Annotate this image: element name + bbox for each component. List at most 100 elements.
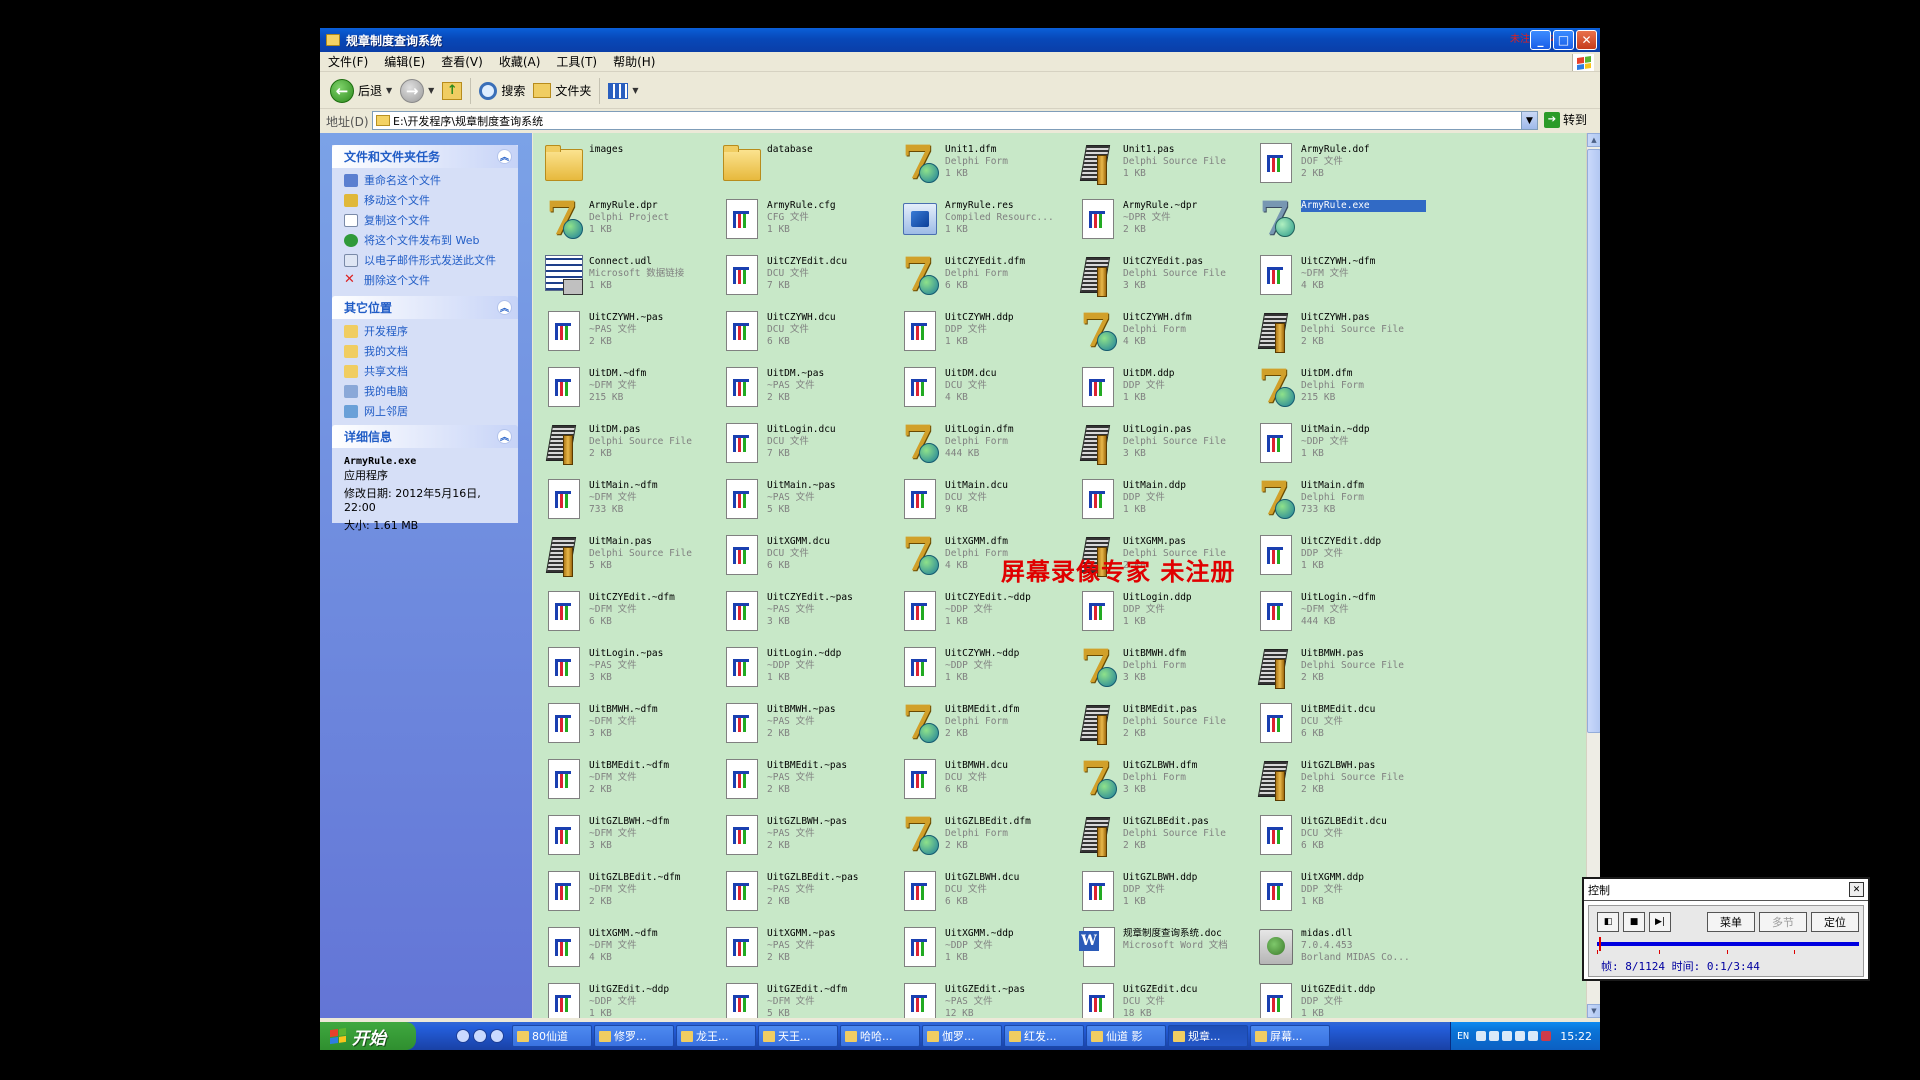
taskbar-button[interactable]: 龙王... [676,1025,756,1047]
file-item[interactable]: UitGZLBEdit.dcu DCU 文件 6 KB [1249,809,1427,859]
taskbar-button[interactable]: 哈哈... [840,1025,920,1047]
recorder-titlebar[interactable]: 控制 ✕ [1584,879,1868,901]
forward-button[interactable]: → ▼ [396,76,438,106]
place-my-computer[interactable]: 我的电脑 [344,385,510,398]
file-item[interactable]: UitMain.~dfm ~DFM 文件 733 KB [537,473,715,523]
file-item[interactable]: UitGZLBEdit.pas Delphi Source File 2 KB [1071,809,1249,859]
menu-file[interactable]: 文件(F) [320,53,376,70]
network-icon[interactable] [1528,1031,1539,1041]
menu-favorites[interactable]: 收藏(A) [491,53,549,70]
taskbar-button[interactable]: 天王... [758,1025,838,1047]
file-item[interactable]: ArmyRule.dprDelphi Project1 KB [537,191,715,245]
task-rename[interactable]: 重命名这个文件 [344,174,510,187]
close-icon[interactable]: ✕ [1849,882,1864,897]
file-item[interactable]: UitCZYEdit.ddp DDP 文件 1 KB [1249,529,1427,579]
file-item[interactable]: UitLogin.dcu DCU 文件 7 KB [715,417,893,467]
file-item[interactable]: UitCZYWH.pas Delphi Source File 2 KB [1249,305,1427,355]
place-my-documents[interactable]: 我的文档 [344,345,510,358]
taskbar-button[interactable]: 红发... [1004,1025,1084,1047]
file-item[interactable]: UitDM.dfmDelphi Form215 KB [1249,359,1427,413]
file-item[interactable]: UitMain.~pas ~PAS 文件 5 KB [715,473,893,523]
volume-icon[interactable] [1515,1031,1526,1041]
file-item[interactable]: UitLogin.~ddp ~DDP 文件 1 KB [715,641,893,691]
multi-section-button[interactable]: 多节 [1759,912,1807,932]
file-item[interactable]: midas.dll 7.0.4.453 Borland MIDAS Co... [1249,921,1427,971]
collapse-icon[interactable]: ︽ [497,149,512,164]
file-item[interactable]: UitGZLBWH.pas Delphi Source File 2 KB [1249,753,1427,803]
stop-button[interactable]: ■ [1623,912,1645,932]
file-item[interactable]: Connect.udl Microsoft 数据链接 1 KB [537,249,715,299]
progress-knob[interactable] [1599,937,1601,951]
taskbar-button[interactable]: 伽罗... [922,1025,1002,1047]
file-item[interactable]: UitLogin.pas Delphi Source File 3 KB [1071,417,1249,467]
file-item[interactable]: UitGZEdit.~dfm ~DFM 文件 5 KB [715,977,893,1018]
taskbar-button[interactable]: 仙道 影 [1086,1025,1166,1047]
file-item[interactable]: 规章制度查询系统.docMicrosoft Word 文档 [1071,921,1249,971]
place-dev-programs[interactable]: 开发程序 [344,325,510,338]
file-tasks-header[interactable]: 文件和文件夹任务 ︽ [332,145,518,168]
file-item[interactable]: Unit1.pas Delphi Source File 1 KB [1071,137,1249,187]
file-item[interactable]: Unit1.dfmDelphi Form1 KB [893,135,1071,189]
file-item[interactable]: images [537,137,715,187]
file-item[interactable]: UitXGMM.dcu DCU 文件 6 KB [715,529,893,579]
maximize-button[interactable]: □ [1553,30,1574,50]
file-item[interactable]: UitLogin.~dfm ~DFM 文件 444 KB [1249,585,1427,635]
file-item[interactable]: UitDM.~pas ~PAS 文件 2 KB [715,361,893,411]
file-item[interactable]: UitCZYEdit.~ddp ~DDP 文件 1 KB [893,585,1071,635]
file-item[interactable]: UitLogin.dfmDelphi Form444 KB [893,415,1071,469]
file-item[interactable]: UitBMEdit.pas Delphi Source File 2 KB [1071,697,1249,747]
locate-button[interactable]: 定位 [1811,912,1859,932]
file-item[interactable]: UitBMEdit.~dfm ~DFM 文件 2 KB [537,753,715,803]
menu-button[interactable]: 菜单 [1707,912,1755,932]
file-item[interactable]: UitMain.dfmDelphi Form733 KB [1249,471,1427,525]
taskbar-button[interactable]: 80仙道 [512,1025,592,1047]
messenger-icon[interactable] [490,1029,504,1043]
up-folder-button[interactable]: ↑ [438,76,466,106]
file-item[interactable]: UitXGMM.ddp DDP 文件 1 KB [1249,865,1427,915]
file-item[interactable]: UitCZYEdit.~dfm ~DFM 文件 6 KB [537,585,715,635]
title-bar[interactable]: 规章制度查询系统 未注册版本 _ □ ✕ [320,28,1600,52]
scroll-thumb[interactable] [1587,149,1600,733]
first-frame-button[interactable]: ◧ [1597,912,1619,932]
file-item[interactable]: UitGZEdit.dcu DCU 文件 18 KB [1071,977,1249,1018]
file-item[interactable]: UitMain.ddp DDP 文件 1 KB [1071,473,1249,523]
file-item[interactable]: UitDM.dcu DCU 文件 4 KB [893,361,1071,411]
file-item[interactable]: UitBMEdit.~pas ~PAS 文件 2 KB [715,753,893,803]
search-button[interactable]: 搜索 [475,76,529,106]
file-item[interactable]: UitLogin.~pas ~PAS 文件 3 KB [537,641,715,691]
back-button[interactable]: ← 后退 ▼ [326,76,396,106]
recorder-tray-icon[interactable] [1541,1031,1552,1041]
file-item[interactable]: UitGZLBEdit.~dfm ~DFM 文件 2 KB [537,865,715,915]
views-button[interactable]: ▼ [604,76,642,106]
file-item[interactable]: UitBMWH.dfmDelphi Form3 KB [1071,639,1249,693]
start-button[interactable]: 开始 [320,1022,416,1050]
file-item[interactable]: ArmyRule.dof DOF 文件 2 KB [1249,137,1427,187]
other-places-header[interactable]: 其它位置 ︽ [332,296,518,319]
file-item[interactable]: UitXGMM.~ddp ~DDP 文件 1 KB [893,921,1071,971]
file-item[interactable]: database [715,137,893,187]
file-item[interactable]: UitGZLBEdit.dfmDelphi Form2 KB [893,807,1071,861]
task-move[interactable]: 移动这个文件 [344,194,510,207]
scroll-down-icon[interactable]: ▼ [1587,1004,1600,1018]
file-item[interactable]: UitDM.pas Delphi Source File 2 KB [537,417,715,467]
file-item[interactable]: UitGZLBWH.ddp DDP 文件 1 KB [1071,865,1249,915]
file-item[interactable]: UitGZLBWH.~pas ~PAS 文件 2 KB [715,809,893,859]
file-item[interactable]: ArmyRule.exe [1249,191,1427,245]
file-item[interactable]: UitCZYWH.dfmDelphi Form4 KB [1071,303,1249,357]
go-button[interactable]: ➔ 转到 [1544,111,1587,128]
taskbar-button[interactable]: 屏幕... [1250,1025,1330,1047]
tray-icon[interactable] [1489,1031,1500,1041]
file-item[interactable]: UitBMWH.pas Delphi Source File 2 KB [1249,641,1427,691]
file-item[interactable]: ArmyRule.cfg CFG 文件 1 KB [715,193,893,243]
collapse-icon[interactable]: ︽ [497,300,512,315]
file-item[interactable]: UitCZYWH.ddp DDP 文件 1 KB [893,305,1071,355]
file-item[interactable]: UitGZEdit.ddp DDP 文件 1 KB [1249,977,1427,1018]
place-shared-documents[interactable]: 共享文档 [344,365,510,378]
menu-tools[interactable]: 工具(T) [548,53,605,70]
file-item[interactable]: UitCZYWH.dcu DCU 文件 6 KB [715,305,893,355]
place-network[interactable]: 网上邻居 [344,405,510,418]
file-item[interactable]: UitCZYEdit.dcu DCU 文件 7 KB [715,249,893,299]
task-publish[interactable]: 将这个文件发布到 Web [344,234,510,247]
collapse-icon[interactable]: ︽ [497,429,512,444]
tray-icon[interactable] [1502,1031,1513,1041]
